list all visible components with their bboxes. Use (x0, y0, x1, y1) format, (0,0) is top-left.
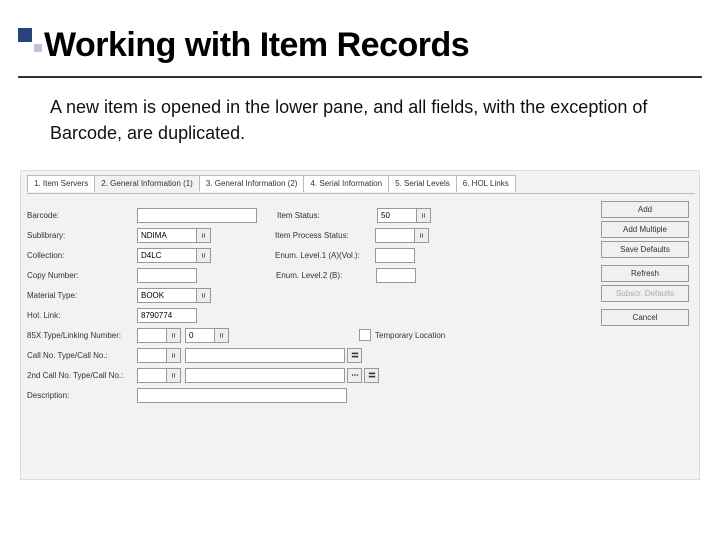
call-no-type-dropdown[interactable] (166, 348, 181, 363)
label-item-process-status: Item Process Status: (275, 231, 375, 240)
decor-square-large (18, 28, 32, 42)
label-barcode: Barcode: (27, 211, 137, 220)
decor-square-small (34, 44, 42, 52)
call-no-input[interactable] (185, 348, 345, 363)
button-column: Add Add Multiple Save Defaults Refresh S… (601, 201, 689, 326)
save-defaults-button[interactable]: Save Defaults (601, 241, 689, 258)
tab-underline (27, 193, 695, 194)
2nd-call-no-input[interactable] (185, 368, 345, 383)
sublibrary-dropdown[interactable] (196, 228, 211, 243)
tab-serial-levels[interactable]: 5. Serial Levels (388, 175, 457, 192)
collection-dropdown[interactable] (196, 248, 211, 263)
label-enum-level-1: Enum. Level.1 (A)(Vol.): (275, 251, 375, 260)
2nd-call-no-browse-button[interactable] (364, 368, 379, 383)
85x-type-dropdown[interactable] (166, 328, 181, 343)
85x-type-input[interactable] (137, 328, 167, 343)
add-multiple-button[interactable]: Add Multiple (601, 221, 689, 238)
description-input[interactable] (137, 388, 347, 403)
slide-description: A new item is opened in the lower pane, … (50, 94, 650, 146)
2nd-call-no-type-dropdown[interactable] (166, 368, 181, 383)
collection-input[interactable] (137, 248, 197, 263)
subscription-defaults-button: Subscr. Defaults (601, 285, 689, 302)
hol-link-input[interactable] (137, 308, 197, 323)
title-underline (18, 76, 702, 78)
label-enum-level-2: Enum. Level.2 (B): (276, 271, 376, 280)
linking-number-dropdown[interactable] (214, 328, 229, 343)
label-hol-link: Hol. Link: (27, 311, 137, 320)
cancel-button[interactable]: Cancel (601, 309, 689, 326)
tab-strip: 1. Item Servers 2. General Information (… (27, 175, 515, 192)
label-2nd-call-no-type: 2nd Call No. Type/Call No.: (27, 371, 137, 380)
material-type-input[interactable] (137, 288, 197, 303)
tab-serial-info[interactable]: 4. Serial Information (303, 175, 389, 192)
tab-general-info-1[interactable]: 2. General Information (1) (94, 175, 200, 192)
call-no-browse-button[interactable] (347, 348, 362, 363)
enum-level-2-input[interactable] (376, 268, 416, 283)
item-status-dropdown[interactable] (416, 208, 431, 223)
linking-number-input[interactable] (185, 328, 215, 343)
enum-level-1-input[interactable] (375, 248, 415, 263)
tab-general-info-2[interactable]: 3. General Information (2) (199, 175, 305, 192)
label-collection: Collection: (27, 251, 137, 260)
material-type-dropdown[interactable] (196, 288, 211, 303)
label-sublibrary: Sublibrary: (27, 231, 137, 240)
slide-title: Working with Item Records (44, 26, 469, 65)
add-button[interactable]: Add (601, 201, 689, 218)
item-process-status-dropdown[interactable] (414, 228, 429, 243)
label-call-no-type: Call No. Type/Call No.: (27, 351, 137, 360)
copy-number-input[interactable] (137, 268, 197, 283)
label-temporary-location: Temporary Location (375, 331, 445, 340)
label-copy-number: Copy Number: (27, 271, 137, 280)
temporary-location-checkbox[interactable] (359, 329, 371, 341)
tab-hol-links[interactable]: 6. HOL Links (456, 175, 516, 192)
label-material-type: Material Type: (27, 291, 137, 300)
refresh-button[interactable]: Refresh (601, 265, 689, 282)
label-description: Description: (27, 391, 137, 400)
label-85x-type: 85X Type/Linking Number: (27, 331, 137, 340)
2nd-call-no-type-input[interactable] (137, 368, 167, 383)
2nd-call-no-ellipsis-button[interactable] (347, 368, 362, 383)
label-item-status: Item Status: (277, 211, 377, 220)
tab-item-servers[interactable]: 1. Item Servers (27, 175, 95, 192)
barcode-input[interactable] (137, 208, 257, 223)
item-process-status-input[interactable] (375, 228, 415, 243)
call-no-type-input[interactable] (137, 348, 167, 363)
item-status-input[interactable] (377, 208, 417, 223)
item-record-panel: 1. Item Servers 2. General Information (… (20, 170, 700, 480)
form-area: Barcode: Item Status: Sublibrary: Item P… (27, 205, 547, 405)
sublibrary-input[interactable] (137, 228, 197, 243)
